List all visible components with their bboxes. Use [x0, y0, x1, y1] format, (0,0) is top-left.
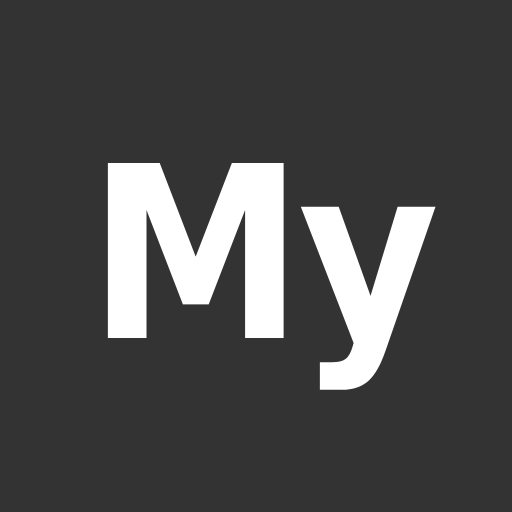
logo-wordmark: My	[88, 115, 436, 395]
logo-mark: My	[88, 115, 442, 395]
app-icon: My	[0, 0, 512, 512]
